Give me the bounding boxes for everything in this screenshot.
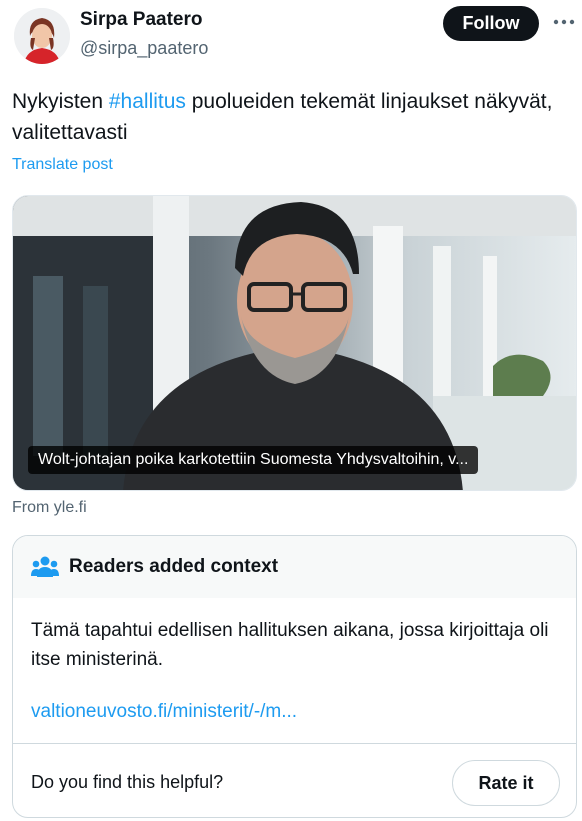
community-note-body: Tämä tapahtui edellisen hallituksen aika… <box>31 620 549 670</box>
avatar-image <box>14 8 70 64</box>
post-text: Nykyisten #hallitus puolueiden tekemät l… <box>12 86 572 148</box>
hashtag-link[interactable]: #hallitus <box>109 90 186 113</box>
author-name[interactable]: Sirpa Paatero <box>80 9 203 31</box>
author-avatar[interactable] <box>14 8 70 64</box>
post-header: Sirpa Paatero @sirpa_paatero Follow <box>0 0 582 70</box>
community-note-title: Readers added context <box>69 556 279 577</box>
article-headline[interactable]: Wolt-johtajan poika karkotettiin Suomest… <box>28 446 479 474</box>
community-note-source-link[interactable]: valtioneuvosto.fi/ministerit/-/m... <box>31 701 297 723</box>
follow-button[interactable]: Follow <box>443 6 539 41</box>
divider <box>13 743 576 744</box>
community-note-card: Readers added context Tämä tapahtui edel… <box>12 535 577 818</box>
author-handle[interactable]: @sirpa_paatero <box>80 38 208 59</box>
post-text-before: Nykyisten <box>12 90 109 113</box>
link-preview-card[interactable]: Wolt-johtajan poika karkotettiin Suomest… <box>12 195 577 491</box>
community-note-header: Readers added context <box>13 536 576 598</box>
link-source[interactable]: From yle.fi <box>12 499 87 517</box>
people-icon <box>31 556 59 577</box>
translate-post-link[interactable]: Translate post <box>12 156 113 174</box>
more-horizontal-icon[interactable] <box>552 10 576 34</box>
rate-it-button[interactable]: Rate it <box>452 760 560 806</box>
helpful-question: Do you find this helpful? <box>31 772 224 792</box>
